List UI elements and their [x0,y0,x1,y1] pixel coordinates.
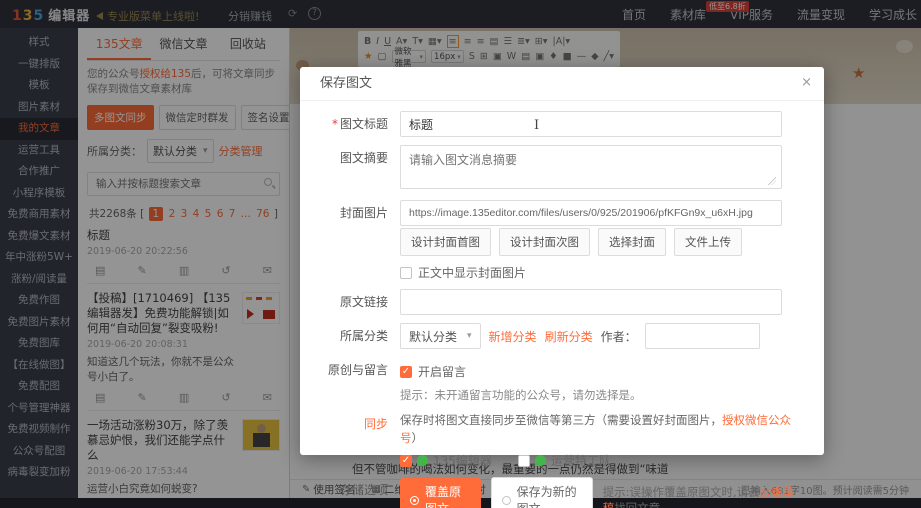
storage-options-row: 存储选项 覆盖原图文 保存为新的图文 提示:误操作覆盖原图文时,请去云端草稿找回… [300,477,804,508]
account-name: 135编辑器 [433,452,492,469]
digest-field-label: 图文摘要 [300,145,400,171]
title-label-text: 图文标题 [340,117,388,131]
author-label: 作者： [601,328,637,345]
cover-field-row: 封面图片 设计封面首图 设计封面次图 选择封面 文件上传 正文中显示封面图片 [300,200,804,281]
sync-accounts: ✓ 135编辑器 运营特工队 [400,452,804,469]
sync-row: 同步 保存时将图文直接同步至微信等第三方（需要设置好封面图片，授权微信公众号） … [300,411,804,469]
cover-field-label: 封面图片 [300,200,400,226]
account-checkbox-checked[interactable]: ✓ [400,455,412,467]
overwrite-original-radio[interactable]: 覆盖原图文 [400,478,481,508]
radio-unselected-icon [502,496,511,505]
save-as-new-label: 保存为新的图文 [517,483,582,508]
source-link-input[interactable] [400,289,782,315]
cover-url-input[interactable] [400,200,782,226]
account-checkbox-unchecked[interactable] [518,455,530,467]
category-field-label: 所属分类 [300,323,400,349]
digest-field-row: 图文摘要 [300,145,804,192]
storage-hint-suffix: 找回文章 [614,501,660,508]
modal-category-value: 默认分类 [409,328,457,345]
file-upload-button[interactable]: 文件上传 [674,228,742,256]
modal-category-select[interactable]: 默认分类 ▾ [400,323,481,349]
add-category-link[interactable]: 新增分类 [489,328,537,345]
design-cover-second-button[interactable]: 设计封面次图 [499,228,590,256]
storage-options-label: 存储选项 [300,477,400,503]
comment-hint: 提示：未开通留言功能的公众号，请勿选择是。 [400,387,804,403]
choose-cover-button[interactable]: 选择封面 [598,228,666,256]
source-link-row: 原文链接 [300,289,804,315]
storage-hint-prefix: 提示:误操作覆盖原图文时,请去 [603,485,760,499]
title-field-row: *图文标题 I [300,111,804,137]
storage-hint: 提示:误操作覆盖原图文时,请去云端草稿找回文章 [603,484,804,508]
overwrite-original-label: 覆盖原图文 [425,483,471,508]
original-comment-label: 原创与留言 [300,357,400,383]
required-mark: * [332,117,338,131]
sync-account-135editor: ✓ 135编辑器 [400,452,492,469]
cover-buttons: 设计封面首图 设计封面次图 选择封面 文件上传 [400,228,804,256]
enable-comment-row: ✓ 开启留言 [400,363,804,380]
category-field-row: 所属分类 默认分类 ▾ 新增分类 刷新分类 作者： [300,323,804,349]
sync-account-special-team: 运营特工队 [518,452,611,469]
sync-description: 保存时将图文直接同步至微信等第三方（需要设置好封面图片，授权微信公众号） [400,411,804,447]
source-link-label: 原文链接 [300,289,400,315]
wechat-icon [535,455,546,466]
modal-title: 保存图文 [300,67,824,101]
digest-textarea[interactable] [400,145,782,189]
save-article-modal: 保存图文 × *图文标题 I 图文摘要 封面图片 [300,67,824,455]
original-comment-row: 原创与留言 ✓ 开启留言 提示：未开通留言功能的公众号，请勿选择是。 [300,357,804,403]
show-cover-label: 正文中显示封面图片 [418,264,526,281]
close-icon[interactable]: × [801,75,812,90]
author-input[interactable] [645,323,760,349]
refresh-category-link[interactable]: 刷新分类 [545,328,593,345]
show-cover-checkbox-row: 正文中显示封面图片 [400,264,804,281]
enable-comment-checkbox[interactable]: ✓ [400,366,412,378]
article-title-input[interactable] [400,111,782,137]
title-field-label: *图文标题 [300,111,400,137]
radio-selected-icon [410,496,419,505]
sync-label: 同步 [300,411,400,437]
design-cover-first-button[interactable]: 设计封面首图 [400,228,491,256]
wechat-icon [417,455,428,466]
save-as-new-radio[interactable]: 保存为新的图文 [491,477,593,508]
sync-text-end: ） [412,431,424,445]
app-screen: 135编辑器 专业版菜单上线啦! 分销赚钱 ⟳ ? 首页 素材库 VIP服务 流… [0,0,921,508]
show-cover-checkbox[interactable] [400,267,412,279]
account-name: 运营特工队 [551,452,611,469]
chevron-down-icon: ▾ [467,331,472,341]
enable-comment-label: 开启留言 [418,363,466,380]
sync-text: 保存时将图文直接同步至微信等第三方（需要设置好封面图片， [400,413,722,427]
